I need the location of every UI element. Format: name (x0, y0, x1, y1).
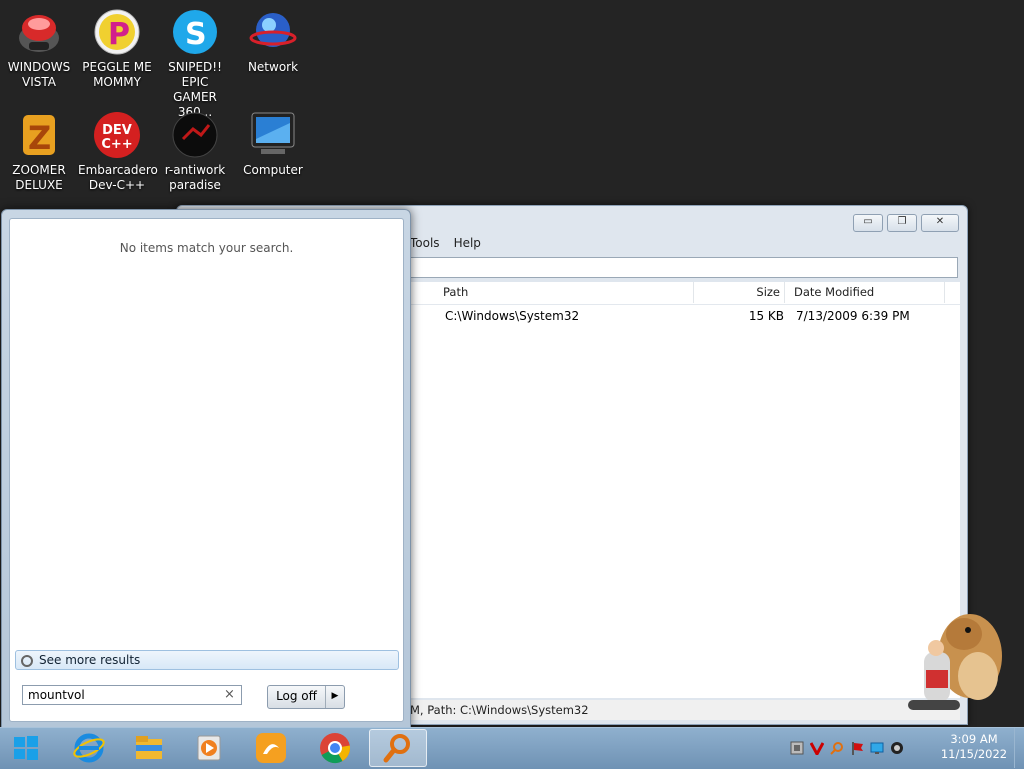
taskbar-media-player[interactable] (180, 729, 238, 767)
column-header-row: Path Size Date Modified (410, 282, 960, 305)
desktop-icon-label: PEGGLE ME MOMMY (82, 60, 152, 89)
svg-text:DEV: DEV (102, 123, 132, 138)
internet-explorer-icon (73, 733, 105, 763)
media-player-icon (197, 735, 221, 761)
desktop-icon-zoomer[interactable]: Z ZOOMER DELUXE (0, 111, 78, 193)
start-menu: No items match your search. See more res… (1, 209, 411, 728)
clock[interactable]: 3:09 AM 11/15/2022 (940, 732, 1008, 762)
menu-bar: Tools Help (410, 236, 481, 254)
search-icon (21, 655, 33, 667)
status-bar: M, Path: C:\Windows\System32 (410, 700, 960, 720)
log-off-label[interactable]: Log off (268, 686, 325, 708)
taskbar-chrome[interactable] (306, 729, 364, 767)
computer-icon (249, 111, 297, 159)
shutdown-options-arrow-icon[interactable]: ▶ (325, 686, 344, 708)
peggle-icon: P (93, 8, 141, 56)
desktop-icon-sniped[interactable]: S SNIPED!! EPIC GAMER 360... (156, 8, 234, 120)
see-more-label: See more results (39, 653, 141, 667)
taskbar-internet-explorer[interactable] (60, 729, 118, 767)
devcpp-icon: DEV C++ (93, 111, 141, 159)
clock-time: 3:09 AM (950, 732, 998, 746)
column-header-size[interactable]: Size (695, 282, 785, 303)
desktop-icon-peggle[interactable]: P PEGGLE ME MOMMY (78, 8, 156, 90)
file-explorer-icon (136, 736, 162, 759)
see-more-results-link[interactable]: See more results (15, 650, 399, 670)
column-header-date[interactable]: Date Modified (794, 282, 945, 303)
network-icon (249, 8, 297, 56)
close-button[interactable]: ✕ (921, 214, 959, 232)
desktop-icon-network[interactable]: Network (234, 8, 312, 75)
taskbar-uc-browser[interactable] (242, 729, 300, 767)
clear-search-icon[interactable]: × (224, 687, 235, 702)
column-header-path[interactable]: Path (443, 282, 694, 303)
svg-text:P: P (108, 17, 130, 52)
skype-icon: S (171, 8, 219, 56)
cell-date: 7/13/2009 6:39 PM (796, 309, 910, 323)
desktop-icon-label: ZOOMER DELUXE (12, 163, 66, 192)
menu-help[interactable]: Help (454, 236, 481, 254)
taskbar: 3:09 AM 11/15/2022 (0, 727, 1024, 769)
chrome-icon (320, 733, 351, 764)
minimize-button[interactable]: ▭ (853, 214, 883, 232)
desktop-icon-label: Embarcadero Dev-C++ (78, 163, 158, 192)
no-results-message: No items match your search. (119, 241, 294, 255)
vista-orb-icon (15, 8, 63, 56)
desktop-icon-label: WINDOWS VISTA (7, 60, 71, 89)
desktop-icon-label: Computer (243, 163, 303, 177)
desktop-mascot-image (898, 604, 1008, 728)
network-tray-icon[interactable] (790, 741, 804, 755)
display-tray-icon[interactable] (870, 741, 884, 755)
action-center-flag-icon[interactable] (850, 741, 864, 755)
uc-browser-icon (256, 733, 286, 763)
zoomer-icon: Z (15, 111, 63, 159)
taskbar-search-app[interactable] (369, 729, 427, 767)
cell-path: C:\Windows\System32 (445, 309, 580, 323)
start-menu-results-pane: No items match your search. See more res… (9, 218, 404, 722)
desktop-icon-label: Network (247, 60, 299, 74)
desktop-icon-computer[interactable]: Computer (234, 111, 312, 178)
desktop-icon-devcpp[interactable]: DEV C++ Embarcadero Dev-C++ (78, 111, 158, 193)
start-button[interactable] (0, 729, 52, 767)
search-tray-icon[interactable] (830, 741, 844, 755)
search-field[interactable] (410, 257, 958, 278)
desktop-icon-windows-vista[interactable]: WINDOWS VISTA (0, 8, 78, 90)
maximize-button[interactable]: ❐ (887, 214, 917, 232)
system-tray (790, 729, 904, 767)
results-list: Path Size Date Modified C:\Windows\Syste… (410, 282, 960, 698)
search-app-icon (383, 734, 410, 763)
start-orb-icon (14, 736, 38, 760)
desktop-icon-label: r-antiwork paradise (164, 163, 226, 192)
log-off-button[interactable]: Log off ▶ (267, 685, 345, 709)
clock-date: 11/15/2022 (940, 747, 1008, 761)
menu-tools[interactable]: Tools (410, 236, 440, 254)
svg-text:Z: Z (28, 119, 51, 157)
antivirus-tray-icon[interactable] (810, 741, 824, 755)
window-controls: ▭ ❐ ✕ (853, 214, 959, 232)
cell-size: 15 KB (748, 309, 784, 323)
taskbar-file-explorer[interactable] (120, 729, 178, 767)
svg-text:C++: C++ (101, 137, 132, 152)
show-desktop-button[interactable] (1014, 728, 1024, 768)
svg-text:S: S (185, 17, 207, 52)
volume-tray-icon[interactable] (890, 741, 904, 755)
antiwork-icon (171, 111, 219, 159)
start-search-input[interactable] (22, 685, 242, 705)
desktop-icon-antiwork[interactable]: r-antiwork paradise (156, 111, 234, 193)
